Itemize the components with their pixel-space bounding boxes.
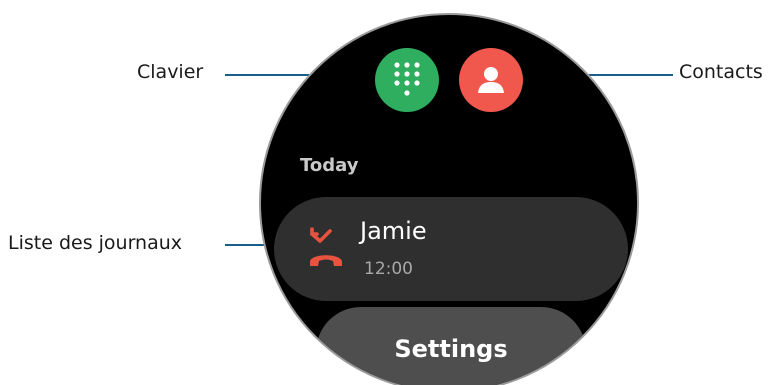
contacts-button[interactable] [459,48,523,112]
call-log-time: 12:00 [364,259,413,279]
missed-call-icon [310,227,342,266]
section-header-today: Today [300,155,359,176]
keypad-button[interactable] [375,48,439,112]
contacts-callout-label: Contacts [679,61,763,83]
call-log-item[interactable]: Jamie 12:00 [274,197,628,301]
settings-button-label: Settings [394,335,508,363]
page: Clavier Contacts Liste des journaux Toda… [0,0,781,385]
log-list-callout-label: Liste des journaux [8,232,183,254]
person-icon [478,67,504,93]
settings-button[interactable]: Settings [316,307,586,385]
watch-screen: Today Jamie 12:00 Settings [259,13,639,385]
call-log-contact-name: Jamie [360,217,427,245]
keypad-callout-label: Clavier [137,61,204,83]
keypad-icon [394,62,420,96]
